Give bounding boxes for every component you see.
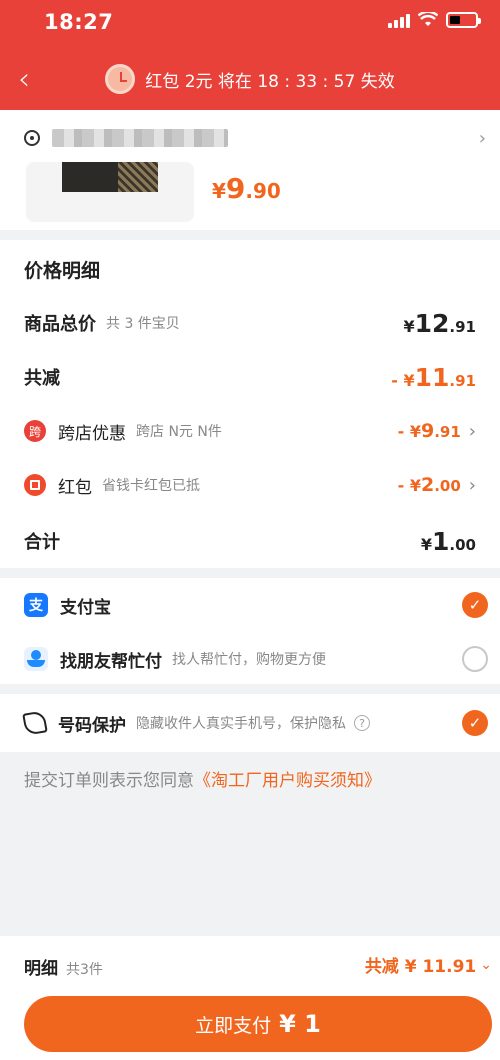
status-icons — [388, 12, 481, 28]
alarm-clock-icon — [105, 64, 136, 94]
payment-option-friend[interactable]: 找朋友帮忙付 找人帮忙付，购物更方便 — [24, 642, 488, 676]
chevron-right-icon: › — [468, 475, 476, 496]
agreement-text: 提交订单则表示您同意《淘工厂用户购买须知》 — [24, 771, 381, 791]
unselected-radio[interactable] — [462, 646, 488, 672]
agreement-link[interactable]: 《淘工厂用户购买须知》 — [194, 771, 381, 791]
bottom-bar: 明细 共3件 共减 ¥ 11.91 ⌄ 立即支付 ¥ 1 — [0, 936, 500, 1060]
red-packet-icon — [24, 474, 46, 496]
address-row[interactable]: › — [24, 126, 486, 150]
chevron-right-icon: › — [468, 421, 476, 442]
product-price: ¥9.90 — [212, 172, 281, 205]
red-packet-row[interactable]: 红包 省钱卡红包已抵 - ¥2.00 › — [24, 470, 476, 500]
goods-total-value: ¥12.91 — [403, 308, 476, 338]
cross-store-icon: 跨 — [24, 420, 46, 442]
selected-check-icon[interactable]: ✓ — [462, 710, 488, 736]
selected-check-icon[interactable]: ✓ — [462, 592, 488, 618]
status-time: 18:27 — [44, 10, 114, 34]
payment-option-alipay[interactable]: 支 支付宝 ✓ — [24, 588, 488, 622]
product-image[interactable] — [26, 162, 194, 222]
saving-summary[interactable]: 共减 ¥ 11.91 ⌄ — [365, 952, 492, 978]
countdown-text: 红包 2元 将在 18 : 33 : 57 失效 — [145, 71, 395, 92]
location-pin-icon — [24, 130, 40, 146]
chevron-right-icon: › — [478, 127, 486, 149]
price-detail-card: 价格明细 商品总价 共 3 件宝贝 ¥12.91 共减 - ¥11.91 跨 跨… — [0, 240, 500, 568]
discount-total-row: 共减 - ¥11.91 — [24, 362, 476, 392]
help-icon[interactable]: ? — [354, 715, 370, 731]
battery-icon — [446, 12, 481, 28]
phone-protection-card: 号码保护 隐藏收件人真实手机号，保护隐私 ? ✓ — [0, 694, 500, 752]
red-packet-value: - ¥2.00 › — [397, 474, 476, 496]
pay-now-button[interactable]: 立即支付 ¥ 1 — [24, 996, 492, 1052]
chevron-down-icon: ⌄ — [480, 956, 492, 973]
countdown-banner: 红包 2元 将在 18 : 33 : 57 失效 — [0, 64, 500, 94]
phone-protection-row[interactable]: 号码保护 隐藏收件人真实手机号，保护隐私 ? ✓ — [22, 706, 488, 740]
discount-total-value: - ¥11.91 — [391, 362, 476, 392]
cross-store-value: - ¥9.91 › — [397, 420, 476, 442]
top-bar: 18:27 ‹ 红包 2元 将在 18 : 33 : 57 失效 — [0, 0, 500, 110]
signal-icon — [388, 12, 410, 28]
payment-method-card: 支 支付宝 ✓ 找朋友帮忙付 找人帮忙付，购物更方便 — [0, 578, 500, 684]
alipay-icon: 支 — [24, 593, 48, 617]
phone-icon — [22, 710, 48, 736]
cross-store-discount-row[interactable]: 跨 跨店优惠 跨店 N元 N件 - ¥9.91 › — [24, 416, 476, 446]
wifi-icon — [418, 12, 438, 26]
order-item-card: › ¥9.90 — [0, 110, 500, 230]
order-detail-summary[interactable]: 明细 共3件 — [24, 954, 103, 979]
address-masked — [52, 129, 228, 147]
goods-total-row: 商品总价 共 3 件宝贝 ¥12.91 — [24, 308, 476, 338]
friend-pay-icon — [24, 647, 48, 671]
grand-total-row: 合计 ¥1.00 — [24, 526, 476, 556]
price-detail-title: 价格明细 — [24, 260, 101, 282]
grand-total-value: ¥1.00 — [420, 526, 476, 556]
